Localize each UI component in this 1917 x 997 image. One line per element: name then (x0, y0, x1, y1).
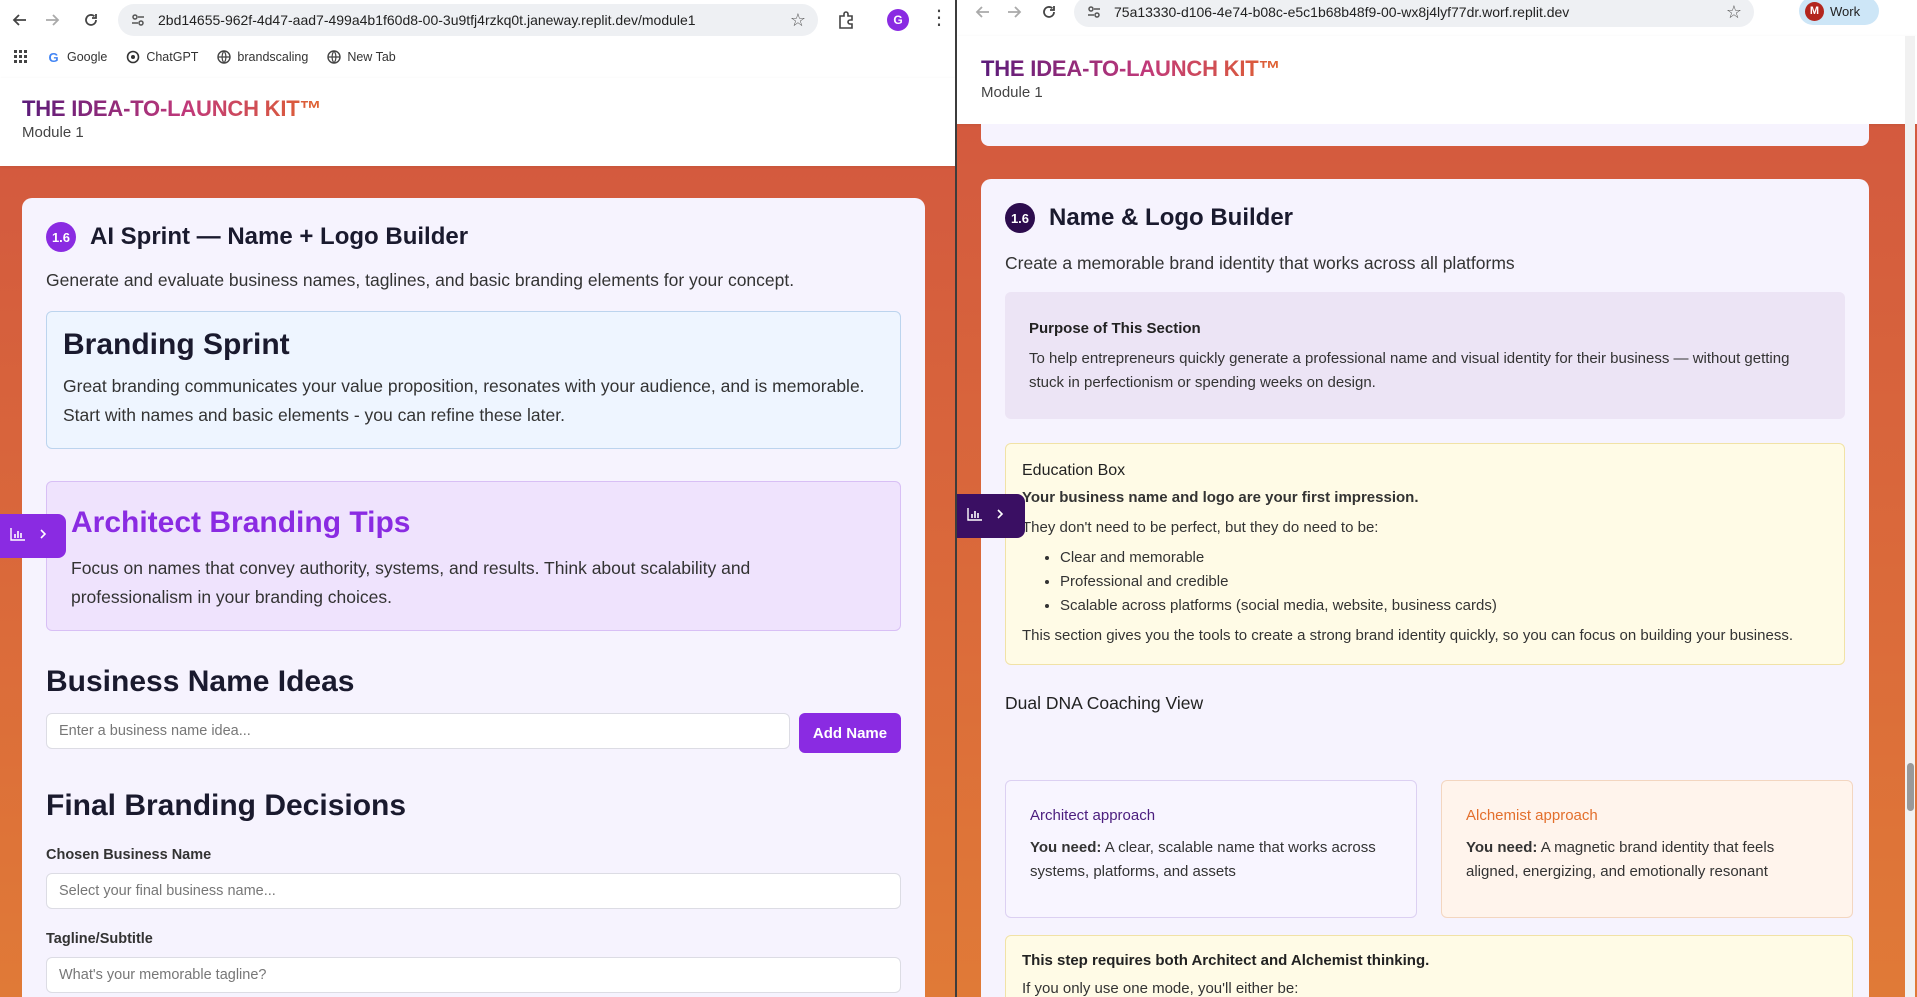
alchemist-approach-card: Alchemist approach You need: A magnetic … (1441, 780, 1853, 918)
education-lead: Your business name and logo are your fir… (1022, 489, 1419, 506)
left-browser-chrome: 2bd14655-962f-4d47-aad7-499a4b1f60d8-00-… (0, 0, 957, 78)
browser-menu-icon[interactable]: ⋮ (929, 8, 949, 28)
brand-title[interactable]: THE IDEA-TO-LAUNCH KIT™ (22, 96, 322, 122)
section-number-badge: 1.6 (46, 222, 76, 252)
bookmark-star-icon[interactable]: ☆ (790, 10, 806, 31)
chosen-name-label: Chosen Business Name (46, 847, 212, 863)
chevron-right-icon (995, 507, 1005, 525)
tagline-label: Tagline/Subtitle (46, 931, 153, 947)
branding-sprint-box: Branding Sprint Great branding communica… (46, 311, 901, 449)
architect-tips-box: Architect Branding Tips Focus on names t… (46, 481, 901, 631)
globe-icon (326, 50, 341, 65)
education-heading: Education Box (1022, 462, 1126, 479)
section-description: Create a memorable brand identity that w… (1005, 253, 1515, 273)
architect-approach-card: Architect approach You need: A clear, sc… (1005, 780, 1417, 918)
site-settings-icon[interactable] (130, 11, 148, 29)
apps-grid-icon[interactable] (14, 50, 28, 64)
purpose-body: To help entrepreneurs quickly generate a… (1029, 350, 1790, 391)
profile-avatar[interactable]: G (887, 9, 909, 31)
globe-icon (216, 50, 231, 65)
reload-icon[interactable] (1035, 0, 1063, 26)
bookmark-chatgpt[interactable]: ChatGPT (125, 50, 198, 65)
address-bar[interactable]: 75a13330-d106-4e74-b08c-e5c1b68b48f9-00-… (1074, 0, 1754, 27)
profile-label: Work (1830, 3, 1861, 19)
bookmark-star-icon[interactable]: ☆ (1726, 2, 1742, 23)
business-name-ideas-heading: Business Name Ideas (46, 665, 355, 698)
section-title: Name & Logo Builder (1049, 204, 1294, 231)
reload-icon[interactable] (77, 6, 105, 34)
dual-dna-heading: Dual DNA Coaching View (1005, 693, 1204, 713)
section-title: AI Sprint — Name + Logo Builder (90, 223, 469, 250)
purpose-box: Purpose of This Section To help entrepre… (1005, 292, 1845, 419)
google-icon: G (48, 49, 59, 65)
add-name-button[interactable]: Add Name (799, 713, 901, 753)
bar-chart-icon (967, 507, 983, 526)
bookmark-label: New Tab (347, 50, 396, 64)
education-closing: This section gives you the tools to crea… (1022, 627, 1793, 644)
bookmark-label: ChatGPT (146, 50, 199, 64)
url-text: 2bd14655-962f-4d47-aad7-499a4b1f60d8-00-… (158, 12, 696, 28)
previous-card-edge (981, 124, 1869, 146)
alchemist-approach-title: Alchemist approach (1466, 807, 1598, 824)
bar-chart-icon (10, 527, 26, 546)
scrollbar-thumb[interactable] (1907, 763, 1914, 811)
extensions-icon[interactable] (836, 10, 856, 30)
chosen-name-select[interactable]: Select your final business name... (46, 873, 901, 909)
bookmark-label: Google (67, 50, 108, 64)
list-item: Professional and credible (1060, 570, 1828, 594)
address-bar[interactable]: 2bd14655-962f-4d47-aad7-499a4b1f60d8-00-… (118, 4, 818, 36)
chevron-right-icon (38, 527, 48, 545)
business-name-input[interactable]: Enter a business name idea... (46, 713, 790, 749)
branding-sprint-body: Great branding communicates your value p… (63, 376, 865, 425)
education-box: Education Box Your business name and log… (1005, 443, 1845, 665)
site-settings-icon[interactable] (1086, 3, 1104, 21)
app-header: THE IDEA-TO-LAUNCH KIT™ Module 1 (0, 78, 957, 166)
alchemist-need-label: You need: (1466, 839, 1538, 856)
both-modes-body: If you only use one mode, you'll either … (1022, 980, 1299, 997)
bookmark-label: brandscaling (237, 50, 309, 64)
profile-avatar: M (1805, 1, 1824, 21)
tagline-input[interactable]: What's your memorable tagline? (46, 957, 901, 993)
right-browser-window: 75a13330-d106-4e74-b08c-e5c1b68b48f9-00-… (957, 0, 1917, 997)
brand-title[interactable]: THE IDEA-TO-LAUNCH KIT™ (981, 56, 1281, 82)
architect-need-label: You need: (1030, 839, 1102, 856)
both-modes-heading: This step requires both Architect and Al… (1022, 952, 1430, 969)
purpose-heading: Purpose of This Section (1029, 320, 1201, 337)
list-item: Scalable across platforms (social media,… (1060, 594, 1828, 618)
back-icon[interactable] (6, 6, 34, 34)
module-label: Module 1 (981, 84, 1043, 101)
education-intro: They don't need to be perfect, but they … (1022, 519, 1379, 536)
profile-chip[interactable]: M Work (1799, 0, 1879, 25)
progress-side-tab[interactable] (957, 494, 1025, 538)
architect-tips-body: Focus on names that convey authority, sy… (71, 558, 751, 607)
forward-icon[interactable] (1000, 0, 1028, 26)
section-number-badge: 1.6 (1005, 203, 1035, 233)
list-item: Clear and memorable (1060, 546, 1828, 570)
branding-sprint-heading: Branding Sprint (63, 328, 290, 361)
bookmark-google[interactable]: G Google (46, 50, 107, 65)
page-scrollbar[interactable] (1905, 36, 1915, 997)
section-description: Generate and evaluate business names, ta… (46, 270, 795, 290)
forward-icon[interactable] (38, 6, 66, 34)
architect-tips-heading: Architect Branding Tips (71, 506, 411, 539)
education-list: Clear and memorable Professional and cre… (1022, 546, 1828, 618)
bookmark-new-tab[interactable]: New Tab (326, 50, 396, 65)
both-modes-box: This step requires both Architect and Al… (1005, 935, 1853, 997)
bookmarks-bar: G Google ChatGPT brandscaling New Tab (0, 44, 957, 70)
left-browser-window: 2bd14655-962f-4d47-aad7-499a4b1f60d8-00-… (0, 0, 957, 997)
bookmark-brandscaling[interactable]: brandscaling (216, 50, 308, 65)
app-header: THE IDEA-TO-LAUNCH KIT™ Module 1 (957, 36, 1917, 124)
final-branding-heading: Final Branding Decisions (46, 789, 407, 822)
section-card: 1.6 AI Sprint — Name + Logo Builder Gene… (22, 198, 925, 997)
progress-side-tab[interactable] (0, 514, 66, 558)
architect-approach-title: Architect approach (1030, 807, 1156, 824)
url-text: 75a13330-d106-4e74-b08c-e5c1b68b48f9-00-… (1114, 4, 1570, 20)
right-browser-chrome: 75a13330-d106-4e74-b08c-e5c1b68b48f9-00-… (957, 0, 1917, 36)
chatgpt-icon (125, 50, 140, 65)
module-label: Module 1 (22, 124, 84, 141)
back-icon[interactable] (969, 0, 997, 26)
